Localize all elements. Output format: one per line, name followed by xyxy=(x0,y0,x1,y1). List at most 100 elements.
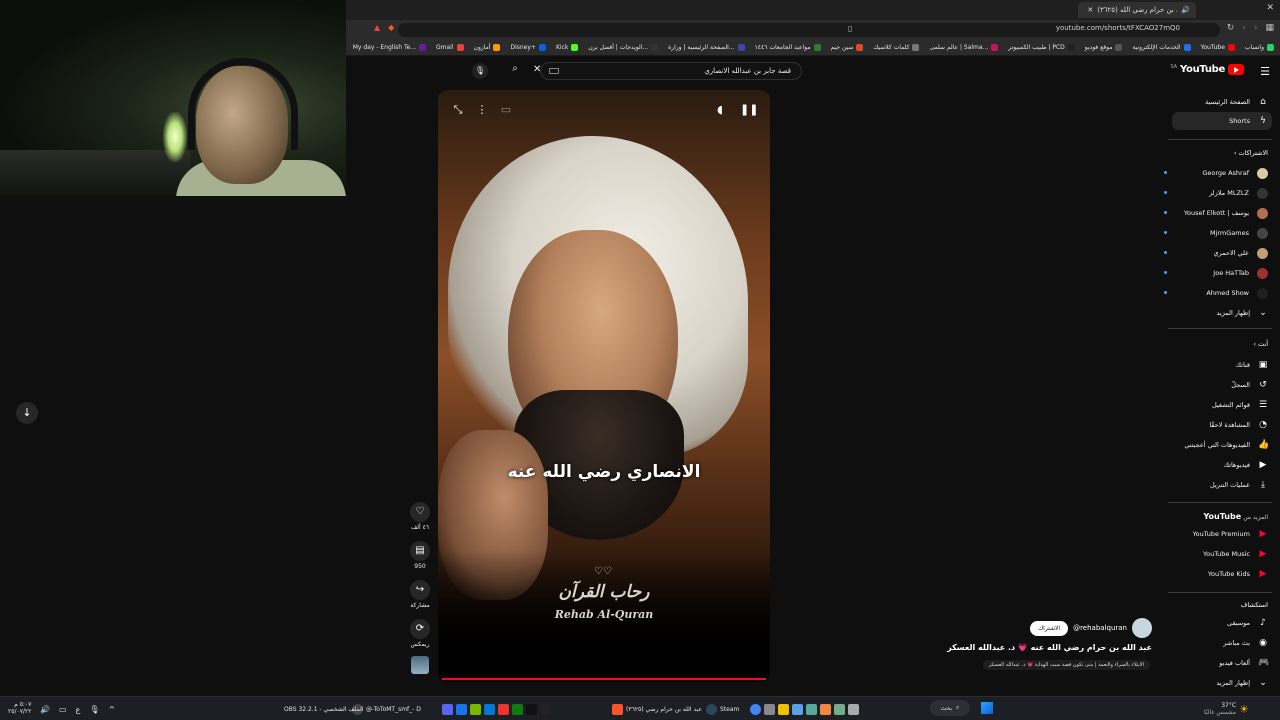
sound-thumbnail[interactable] xyxy=(411,656,429,674)
bookmark-item[interactable]: Gmail xyxy=(436,44,464,51)
sidebar-item-subscription[interactable]: ملازلز MLZLZ xyxy=(1164,184,1272,202)
bookmark-item[interactable]: سين جيم xyxy=(831,44,864,51)
edge-icon[interactable] xyxy=(484,703,495,715)
volume-icon[interactable]: ◖ xyxy=(712,102,728,118)
sidebar-item-you[interactable]: ↺ السجلّ xyxy=(1172,376,1272,394)
pause-icon[interactable]: ❚❚ xyxy=(740,102,758,118)
volume-tray-icon[interactable]: 🔊 xyxy=(40,705,50,714)
sidebar-item-more-from[interactable]: ▶ YouTube Kids xyxy=(1172,565,1272,583)
sidebar-item-explore[interactable]: ◉ بث مباشر xyxy=(1172,634,1272,652)
close-window-icon[interactable]: ✕ xyxy=(1266,3,1274,13)
related-video-link[interactable]: الابتلاء بالسراء والنعمة | متى تكون قصة … xyxy=(982,660,1150,670)
brave-rewards-icon[interactable]: ▲ xyxy=(374,23,380,32)
sidebar-item-explore[interactable]: ♪ موسيقى xyxy=(1172,614,1272,632)
sidebar-item-subscription[interactable]: Ahmed Show xyxy=(1164,284,1272,302)
app-icon[interactable] xyxy=(820,703,831,715)
clear-search-icon[interactable]: ✕ xyxy=(533,64,541,75)
bookmark-item[interactable]: مواعيد الجامعات ١٤٤٦ xyxy=(755,44,821,51)
taskbar-steam[interactable]: Steam xyxy=(706,701,739,717)
reload-icon[interactable]: ↻ xyxy=(1227,23,1235,33)
menu-icon[interactable]: ☰ xyxy=(1260,65,1270,78)
bookmark-item[interactable]: الخدمات الإلكترونية xyxy=(1132,44,1191,51)
sidebar-item-you[interactable]: ⤓ عمليات التنزيل xyxy=(1172,476,1272,494)
taskbar-browser[interactable]: (٣٦٢٥) عبد الله بن حرام رضي xyxy=(612,701,702,717)
remix-icon[interactable]: ⟳ xyxy=(410,619,430,639)
next-video-arrow-icon[interactable]: ↓ xyxy=(16,402,38,424)
bookmark-item[interactable]: كلمات كلاسيك xyxy=(873,44,920,51)
bookmark-item[interactable]: عالم سلمى | Salma... xyxy=(929,44,999,51)
app-icon[interactable] xyxy=(834,703,845,715)
app-icon[interactable] xyxy=(456,703,467,715)
subscribe-button[interactable]: الاشتراك xyxy=(1030,620,1069,636)
back-icon[interactable]: ‹ xyxy=(1242,23,1246,33)
share-icon[interactable]: ↪ xyxy=(410,580,430,600)
bookmark-item[interactable]: My day - English Te... xyxy=(353,44,427,51)
sidebar-item-more-from[interactable]: ▶ YouTube Music xyxy=(1172,545,1272,563)
sidebar-item-you[interactable]: ▣ قناتك xyxy=(1172,356,1272,374)
bookmark-item[interactable]: موقع فوديو xyxy=(1085,44,1123,51)
clock[interactable]: ٥:٠٧ م ٢٥/٠٧/٢٢ xyxy=(8,701,31,717)
bookmark-item[interactable]: طبيب الكمبيوتر | PCD xyxy=(1008,44,1075,51)
bookmark-item[interactable]: الصفحة الرئيسية | وزارة... xyxy=(668,44,745,51)
show-more-explore[interactable]: ⌄ إظهار المزيد xyxy=(1172,674,1272,692)
sidebar-item-subscription[interactable]: Joe HaTTab xyxy=(1164,264,1272,282)
sidebar-item-subscription[interactable]: George Ashraf xyxy=(1164,164,1272,182)
channel-handle[interactable]: @rehabalquran xyxy=(1073,624,1127,632)
mic-tray-icon[interactable]: 🎙 xyxy=(89,705,99,714)
app-icon[interactable] xyxy=(792,703,803,715)
sidebar-item-home[interactable]: ⌂ الصفحة الرئيسية xyxy=(1172,93,1272,111)
captions-icon[interactable]: ▭ xyxy=(498,102,514,118)
comment-icon[interactable]: ▤ xyxy=(410,541,430,561)
apps-grid-icon[interactable]: ▦ xyxy=(1265,23,1274,33)
bookmark-item[interactable]: الويدجات | أفضل برن... xyxy=(588,44,659,51)
fullscreen-icon[interactable]: ⤡ xyxy=(450,102,466,118)
video-progress-bar[interactable] xyxy=(442,678,766,680)
mic-icon[interactable]: 🎙 xyxy=(472,63,488,79)
browser-tab-active[interactable]: ✕ (٣٦٢٥) عبد الله بن حرام رضي الله... 🔊 xyxy=(1078,2,1196,18)
sidebar-item-subscription[interactable]: علي الاحمري xyxy=(1164,244,1272,262)
start-icon[interactable] xyxy=(981,702,993,714)
search-icon[interactable]: ⌕ xyxy=(506,63,524,79)
more-options-icon[interactable]: ⋮ xyxy=(474,102,490,118)
youtube-logo[interactable]: SA YouTube xyxy=(1170,64,1244,75)
chevron-up-icon[interactable]: ^ xyxy=(108,705,115,714)
app-icon[interactable] xyxy=(498,703,509,715)
xbox-icon[interactable] xyxy=(512,703,523,715)
show-more-subscriptions[interactable]: ⌄ إظهار المزيد xyxy=(1172,304,1272,322)
sidebar-item-you[interactable]: 👍 الفيديوهات التي أعجبتني xyxy=(1172,436,1272,454)
bookmark-item[interactable]: واتساب xyxy=(1245,44,1274,51)
sidebar-item-more-from[interactable]: ▶ YouTube Premium xyxy=(1172,525,1272,543)
network-icon[interactable]: ▭ xyxy=(59,705,67,714)
bookmark-item[interactable]: Kick xyxy=(556,44,579,51)
bookmark-star-icon[interactable]: ▯ xyxy=(848,24,852,33)
bookmark-item[interactable]: أمازون xyxy=(474,44,501,51)
you-heading[interactable]: ‹ أنت xyxy=(1253,340,1268,348)
sidebar-item-subscription[interactable]: MjrmGames xyxy=(1164,224,1272,242)
sidebar-item-explore[interactable]: 🎮 ألعاب فيديو xyxy=(1172,654,1272,672)
tiktok-icon[interactable] xyxy=(526,703,537,715)
app-icon[interactable] xyxy=(764,703,775,715)
epic-games-icon[interactable] xyxy=(540,703,551,715)
shorts-player[interactable]: ⤡ ⋮ ▭ ◖ ❚❚ الانصاري رضي الله عنه ♡♡ رحاب… xyxy=(438,90,770,682)
file-explorer-icon[interactable] xyxy=(778,703,789,715)
sidebar-item-you[interactable]: ☰ قوائم التشغيل xyxy=(1172,396,1272,414)
sidebar-item-you[interactable]: ◔ المشاهدة لاحقًا xyxy=(1172,416,1272,434)
forward-icon[interactable]: › xyxy=(1254,23,1258,33)
like-icon[interactable]: ♡ xyxy=(410,502,430,522)
channel-avatar[interactable] xyxy=(1132,618,1152,638)
sidebar-item-shorts[interactable]: ϟ Shorts xyxy=(1172,112,1272,130)
bookmark-item[interactable]: Disney+ xyxy=(510,44,546,51)
app-icon[interactable] xyxy=(848,703,859,715)
language-indicator[interactable]: ع xyxy=(76,705,81,714)
search-input[interactable]: قصة جابر بن عبدالله الانصاري xyxy=(540,62,802,80)
nvidia-icon[interactable] xyxy=(470,703,481,715)
bookmark-item[interactable]: YouTube xyxy=(1201,44,1235,51)
discord-icon[interactable] xyxy=(442,703,453,715)
subscriptions-heading[interactable]: ‹ الاشتراكات xyxy=(1234,149,1268,157)
taskbar-search[interactable]: بحث ⌕ xyxy=(930,700,970,716)
sidebar-item-you[interactable]: ▶ فيديوهاتك xyxy=(1172,456,1272,474)
chrome-icon[interactable] xyxy=(750,703,761,715)
weather-widget[interactable]: 37°C مشمس غالبًا ☀ xyxy=(1204,701,1249,717)
sidebar-item-subscription[interactable]: Yousef Elkott | يوسف xyxy=(1164,204,1272,222)
url-box[interactable]: youtube.com/shorts/tFXCAO27mQ0 ▯ xyxy=(398,23,1220,37)
